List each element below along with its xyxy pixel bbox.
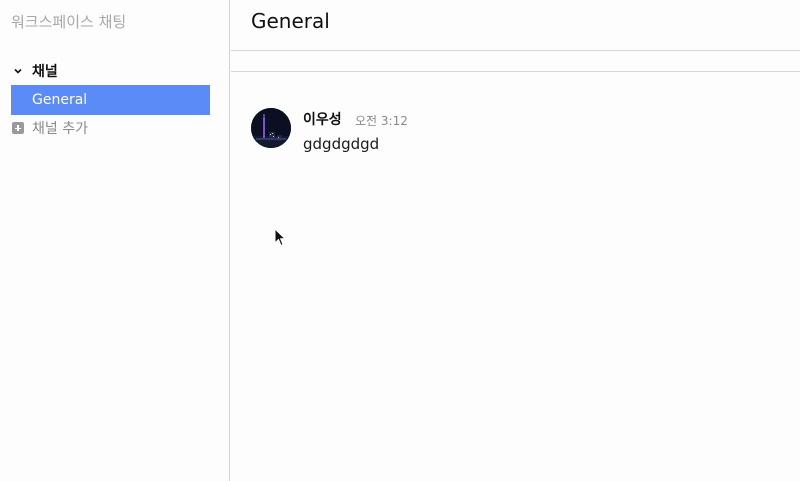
sidebar-item-label: General [32, 92, 88, 108]
channels-section-toggle[interactable]: 채널 [12, 61, 58, 81]
workspace-title: 워크스페이스 채팅 [11, 13, 127, 31]
add-channel-button[interactable]: 채널 추가 [12, 118, 88, 138]
chevron-down-icon [14, 68, 22, 74]
main-panel: General 이우성 오전 3:12 gdgdgdgd [231, 0, 800, 481]
channel-title: General [251, 9, 330, 33]
mouse-cursor-icon [274, 228, 286, 247]
channel-header: General [231, 0, 800, 51]
plus-icon [12, 122, 24, 134]
divider [231, 71, 800, 72]
message-timestamp: 오전 3:12 [355, 114, 408, 128]
channels-section-label: 채널 [32, 64, 58, 80]
message-text: gdgdgdgd [303, 135, 380, 153]
sidebar-item-general[interactable]: General [11, 85, 210, 115]
message-author: 이우성 [303, 112, 342, 128]
add-channel-label: 채널 추가 [32, 121, 88, 137]
sidebar: 워크스페이스 채팅 채널 General 채널 추가 [0, 0, 230, 481]
message-item: 이우성 오전 3:12 gdgdgdgd [251, 108, 771, 153]
avatar-image [251, 108, 291, 148]
avatar[interactable] [251, 108, 291, 148]
